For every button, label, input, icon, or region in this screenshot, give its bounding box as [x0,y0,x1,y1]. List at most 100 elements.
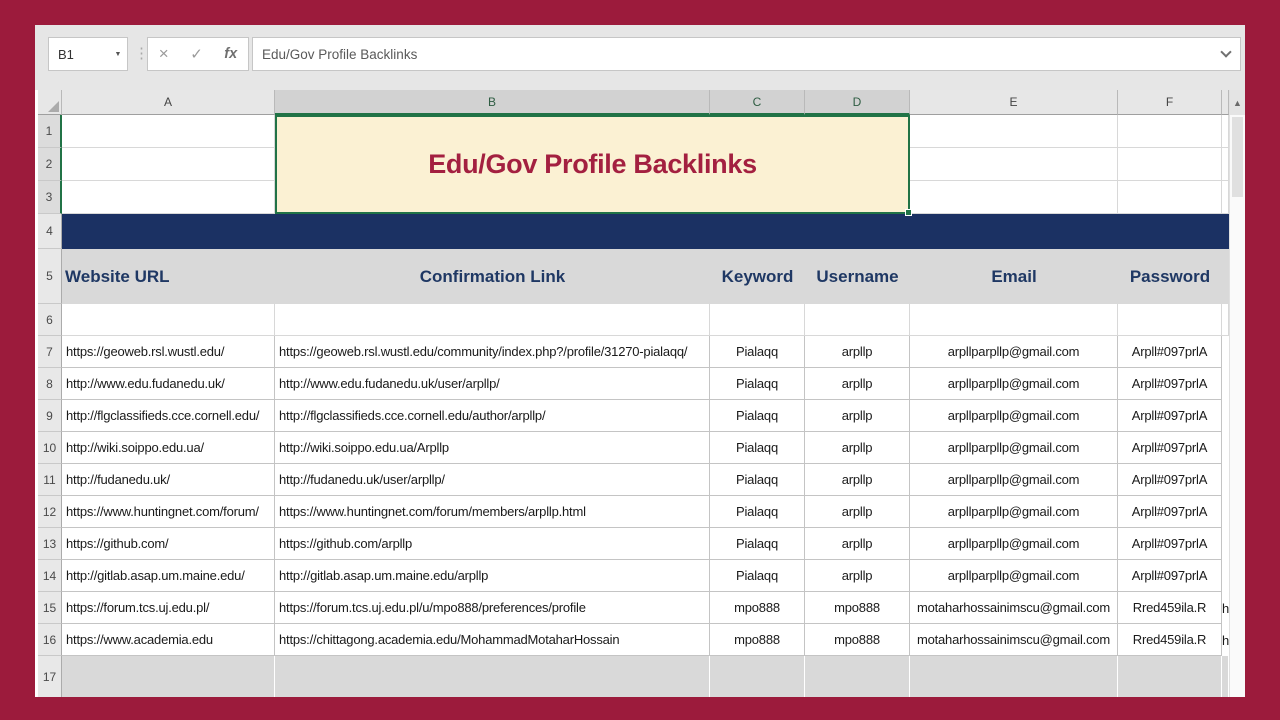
cell-g2[interactable] [1222,148,1229,181]
navy-band[interactable] [62,214,1229,249]
cell-f6[interactable] [1118,304,1222,336]
column-header-c[interactable]: C [710,90,805,115]
cell-website-url[interactable]: https://www.huntingnet.com/forum/ [62,496,275,528]
row-header[interactable]: 12 [38,496,62,528]
cell-overflow[interactable] [1222,464,1229,496]
cell-password[interactable]: Arpll#097prlA [1118,496,1222,528]
cell-password[interactable]: Arpll#097prlA [1118,528,1222,560]
cell-d17[interactable] [805,656,910,697]
row-header-17[interactable]: 17 [38,656,62,697]
cell-f3[interactable] [1118,181,1222,214]
cell-email[interactable]: arpllparpllp@gmail.com [910,432,1118,464]
cell-keyword[interactable]: Pialaqq [710,528,805,560]
cell-overflow[interactable] [1222,368,1229,400]
cell-website-url[interactable]: http://www.edu.fudanedu.uk/ [62,368,275,400]
cell-email[interactable]: arpllparpllp@gmail.com [910,528,1118,560]
header-password[interactable]: Password [1118,249,1222,304]
cell-overflow[interactable] [1222,528,1229,560]
row-header-2[interactable]: 2 [38,148,62,181]
scroll-up-icon[interactable]: ▲ [1230,90,1245,115]
header-confirmation-link[interactable]: Confirmation Link [275,249,710,304]
scrollbar-thumb[interactable] [1232,117,1243,197]
insert-function-icon[interactable]: fx [224,46,237,62]
cell-email[interactable]: motaharhossainimscu@gmail.com [910,592,1118,624]
cell-overflow[interactable]: h [1222,592,1229,624]
row-header[interactable]: 11 [38,464,62,496]
row-header[interactable]: 13 [38,528,62,560]
cell-confirmation-link[interactable]: https://forum.tcs.uj.edu.pl/u/mpo888/pre… [275,592,710,624]
row-header[interactable]: 7 [38,336,62,368]
cell-overflow[interactable] [1222,432,1229,464]
cell-e6[interactable] [910,304,1118,336]
cell-username[interactable]: arpllp [805,496,910,528]
row-header[interactable]: 9 [38,400,62,432]
cell-email[interactable]: arpllparpllp@gmail.com [910,336,1118,368]
cell-email[interactable]: motaharhossainimscu@gmail.com [910,624,1118,656]
cell-username[interactable]: arpllp [805,368,910,400]
cell-confirmation-link[interactable]: http://flgclassifieds.cce.cornell.edu/au… [275,400,710,432]
cell-a17[interactable] [62,656,275,697]
cell-keyword[interactable]: Pialaqq [710,400,805,432]
cell-password[interactable]: Arpll#097prlA [1118,464,1222,496]
cell-keyword[interactable]: Pialaqq [710,368,805,400]
row-header[interactable]: 8 [38,368,62,400]
cell-keyword[interactable]: mpo888 [710,624,805,656]
row-header[interactable]: 10 [38,432,62,464]
cell-keyword[interactable]: Pialaqq [710,464,805,496]
cell-g3[interactable] [1222,181,1229,214]
cell-username[interactable]: arpllp [805,560,910,592]
cell-overflow[interactable] [1222,496,1229,528]
cell-password[interactable]: Arpll#097prlA [1118,400,1222,432]
cell-website-url[interactable]: http://gitlab.asap.um.maine.edu/ [62,560,275,592]
header-username[interactable]: Username [805,249,910,304]
cell-a1[interactable] [62,115,275,148]
cell-e3[interactable] [910,181,1118,214]
cell-username[interactable]: arpllp [805,336,910,368]
cell-username[interactable]: arpllp [805,400,910,432]
cell-e2[interactable] [910,148,1118,181]
cell-confirmation-link[interactable]: http://wiki.soippo.edu.ua/Arpllp [275,432,710,464]
cell-f2[interactable] [1118,148,1222,181]
name-box[interactable]: B1 ▼ [48,37,128,71]
name-box-value[interactable]: B1 [49,47,109,62]
enter-icon[interactable]: ✓ [190,45,203,63]
cell-website-url[interactable]: http://flgclassifieds.cce.cornell.edu/ [62,400,275,432]
merged-title-cell[interactable]: Edu/Gov Profile Backlinks [275,115,910,214]
row-header-6[interactable]: 6 [38,304,62,336]
cell-d6[interactable] [805,304,910,336]
column-header-a[interactable]: A [62,90,275,115]
cell-website-url[interactable]: http://fudanedu.uk/ [62,464,275,496]
column-header-d[interactable]: D [805,90,910,115]
cell-a2[interactable] [62,148,275,181]
cell-username[interactable]: mpo888 [805,624,910,656]
column-header-e[interactable]: E [910,90,1118,115]
cell-confirmation-link[interactable]: https://chittagong.academia.edu/Mohammad… [275,624,710,656]
cell-password[interactable]: Arpll#097prlA [1118,368,1222,400]
header-email[interactable]: Email [910,249,1118,304]
cell-a6[interactable] [62,304,275,336]
select-all-corner[interactable] [38,90,62,115]
formula-bar-content[interactable]: Edu/Gov Profile Backlinks [253,47,1222,62]
cell-website-url[interactable]: https://www.academia.edu [62,624,275,656]
cell-password[interactable]: Rred459ila.R [1118,624,1222,656]
row-header[interactable]: 14 [38,560,62,592]
row-header[interactable]: 16 [38,624,62,656]
cell-confirmation-link[interactable]: http://fudanedu.uk/user/arpllp/ [275,464,710,496]
cell-username[interactable]: arpllp [805,528,910,560]
cell-website-url[interactable]: https://forum.tcs.uj.edu.pl/ [62,592,275,624]
cell-keyword[interactable]: Pialaqq [710,560,805,592]
cell-a3[interactable] [62,181,275,214]
cell-keyword[interactable]: mpo888 [710,592,805,624]
cell-username[interactable]: arpllp [805,432,910,464]
row-header-4[interactable]: 4 [38,214,62,249]
cell-email[interactable]: arpllparpllp@gmail.com [910,560,1118,592]
cell-website-url[interactable]: https://geoweb.rsl.wustl.edu/ [62,336,275,368]
cell-overflow[interactable]: h [1222,624,1229,656]
cell-f1[interactable] [1118,115,1222,148]
cell-keyword[interactable]: Pialaqq [710,336,805,368]
cell-keyword[interactable]: Pialaqq [710,432,805,464]
cell-confirmation-link[interactable]: https://github.com/arpllp [275,528,710,560]
cell-password[interactable]: Arpll#097prlA [1118,560,1222,592]
formula-bar[interactable]: Edu/Gov Profile Backlinks [252,37,1241,71]
cell-username[interactable]: arpllp [805,464,910,496]
